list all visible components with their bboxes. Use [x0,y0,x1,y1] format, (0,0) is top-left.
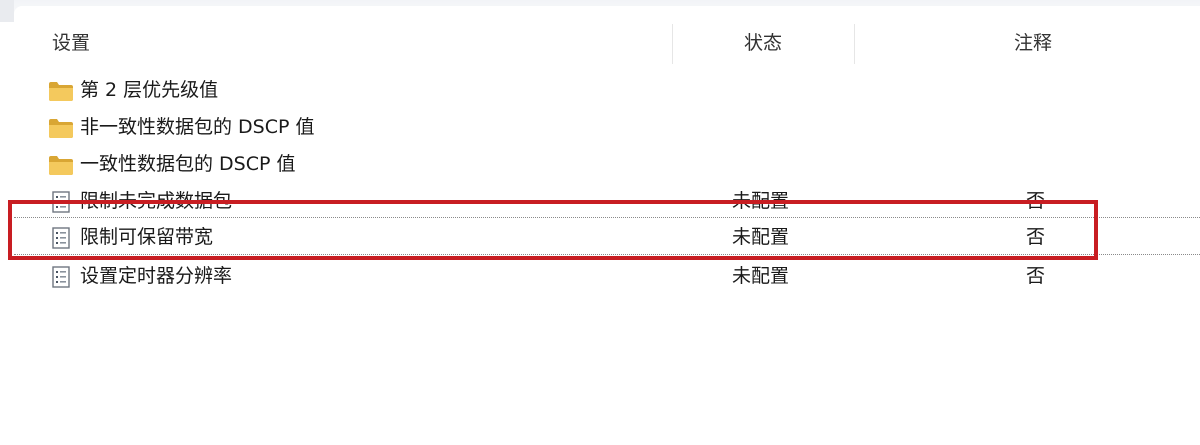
policy-setting-icon [48,227,74,249]
list-item-name: 第 2 层优先级值 [80,79,219,101]
list-item[interactable]: 设置定时器分辨率 未配置 否 [14,257,1200,295]
column-header-state[interactable]: 状态 [744,20,782,66]
list-item-name: 限制未完成数据包 [80,190,233,212]
policy-setting-icon [48,191,74,213]
list-header: 设置 状态 注释 [14,20,1200,66]
column-separator[interactable] [854,24,855,64]
list-item[interactable]: 非一致性数据包的 DSCP 值 [14,108,1200,146]
list-item-name: 非一致性数据包的 DSCP 值 [80,116,315,138]
list-item[interactable]: 一致性数据包的 DSCP 值 [14,145,1200,183]
list-item-state: 未配置 [732,265,790,287]
column-header-note[interactable]: 注释 [1014,20,1052,66]
list-item[interactable]: 限制未完成数据包 未配置 否 [14,182,1200,220]
list-item-name: 设置定时器分辨率 [80,265,233,287]
list-item-state: 未配置 [732,190,790,212]
column-separator[interactable] [672,24,673,64]
list-item[interactable]: 第 2 层优先级值 [14,71,1200,109]
list-item-note: 否 [1026,265,1046,287]
folder-icon [48,80,74,102]
list-item-note: 否 [1026,190,1046,212]
list-item-name: 限制可保留带宽 [80,226,214,248]
policy-setting-icon [48,266,74,288]
column-header-setting[interactable]: 设置 [52,20,90,66]
list-item-selected[interactable]: 限制可保留带宽 未配置 否 [14,217,1200,255]
folder-icon [48,117,74,139]
settings-list[interactable]: 设置 状态 注释 第 2 层优先级值 非一致性数据包的 DSCP 值 一致性数据… [14,6,1200,445]
left-edge [0,0,14,22]
list-item-note: 否 [1026,226,1046,248]
folder-icon [48,154,74,176]
list-item-state: 未配置 [732,226,790,248]
policy-list-window: 设置 状态 注释 第 2 层优先级值 非一致性数据包的 DSCP 值 一致性数据… [0,0,1200,445]
list-item-name: 一致性数据包的 DSCP 值 [80,153,296,175]
